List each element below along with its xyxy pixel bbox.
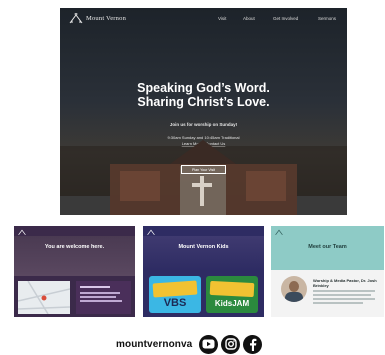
map-image: [17, 280, 71, 315]
nav-about[interactable]: About: [243, 16, 255, 21]
thumbnail-title: Meet our Team: [308, 244, 347, 250]
thumbnail-title: You are welcome here.: [44, 244, 105, 250]
kids-photo: [143, 236, 264, 270]
avatar: [281, 276, 307, 302]
hero-headline-1: Speaking God’s Word.: [137, 81, 270, 95]
facebook-icon[interactable]: [243, 334, 263, 354]
worship-photo: [14, 236, 135, 276]
thumbnail-team[interactable]: Meet our Team Worship & Media Pastor, Dr…: [271, 226, 384, 317]
plan-visit-button[interactable]: Plan Your Visit: [181, 165, 226, 174]
social-handle-row: mountvernonva: [116, 334, 263, 354]
instagram-icon[interactable]: [221, 334, 241, 354]
social-handle: mountvernonva: [116, 338, 193, 350]
address-panel: [76, 281, 131, 314]
youtube-icon[interactable]: [199, 334, 219, 354]
church-logo-icon: [147, 229, 155, 236]
thumbnail-title: Mount Vernon Kids: [178, 244, 229, 250]
church-logo-icon: [18, 229, 26, 236]
kidsjam-label: KidsJAM: [214, 299, 250, 308]
nav-visit[interactable]: Visit: [218, 16, 226, 21]
kidsjam-card[interactable]: KidsJAM: [206, 276, 258, 313]
nav-sermons[interactable]: Sermons: [318, 16, 336, 21]
church-logo-icon: [275, 229, 283, 236]
site-logo-text[interactable]: Mount Vernon: [86, 15, 126, 22]
thumbnail-kids[interactable]: Mount Vernon Kids VBS KidsJAM: [143, 226, 264, 317]
hero-headline-2: Sharing Christ’s Love.: [137, 95, 270, 109]
vbs-label: VBS: [163, 297, 187, 309]
team-member-title: Worship & Media Pastor, Dr. Josh Brinkle…: [313, 278, 377, 288]
website-hero-screenshot: Mount Vernon Visit About Get Involved Se…: [60, 8, 347, 215]
thumbnail-welcome[interactable]: You are welcome here.: [14, 226, 135, 317]
nav-get-involved[interactable]: Get Involved: [273, 16, 298, 21]
vbs-card[interactable]: VBS: [149, 276, 201, 313]
church-logo-icon: [69, 13, 83, 24]
